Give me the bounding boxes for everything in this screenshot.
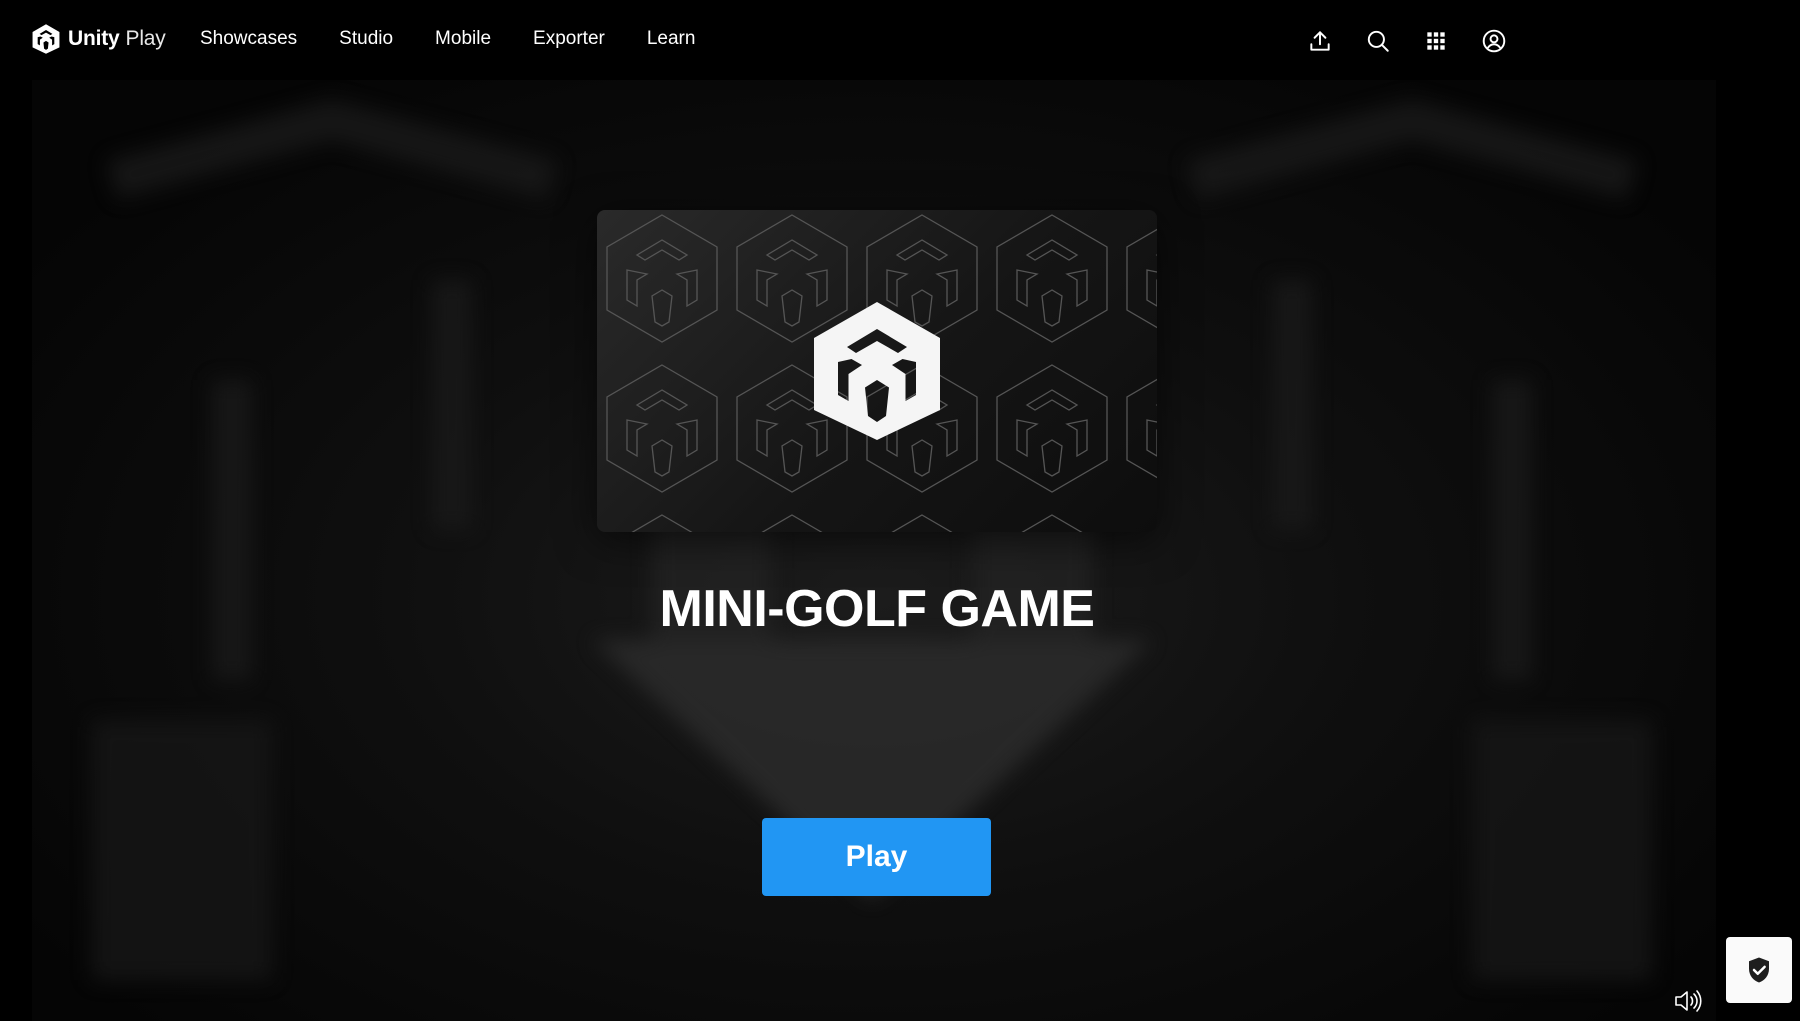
- main-nav: Showcases Studio Mobile Exporter Learn: [200, 26, 737, 52]
- game-title: MINI-GOLF GAME: [659, 580, 1095, 638]
- sound-icon[interactable]: [1673, 988, 1703, 1014]
- top-navigation-bar: Unity Play Showcases Studio Mobile Export…: [0, 0, 1800, 80]
- header-actions: [1310, 22, 1800, 62]
- upload-icon: [1310, 31, 1330, 51]
- search-icon: [1367, 30, 1389, 52]
- unity-cube-logo-icon: [814, 302, 940, 440]
- search-button[interactable]: [1360, 22, 1396, 60]
- apps-menu-button[interactable]: [1418, 22, 1454, 60]
- brand-name-play: Play: [125, 27, 166, 50]
- account-button[interactable]: [1476, 22, 1512, 60]
- upload-button[interactable]: [1302, 22, 1338, 60]
- apps-grid-icon: [1427, 32, 1445, 50]
- nav-item-studio[interactable]: Studio: [339, 26, 393, 52]
- play-button[interactable]: Play: [762, 818, 991, 896]
- nav-item-mobile[interactable]: Mobile: [435, 26, 491, 52]
- unity-cube-logo-icon: [32, 24, 60, 54]
- brand-name-unity: Unity: [68, 27, 120, 50]
- account-icon: [1482, 29, 1506, 53]
- privacy-shield-icon: [1749, 957, 1769, 983]
- game-thumbnail: [597, 210, 1157, 532]
- privacy-settings-button[interactable]: [1726, 937, 1792, 1003]
- unity-play-logo-link[interactable]: Unity Play: [30, 20, 166, 58]
- nav-item-exporter[interactable]: Exporter: [533, 26, 605, 52]
- nav-item-showcases[interactable]: Showcases: [200, 26, 297, 52]
- nav-item-learn[interactable]: Learn: [647, 26, 696, 52]
